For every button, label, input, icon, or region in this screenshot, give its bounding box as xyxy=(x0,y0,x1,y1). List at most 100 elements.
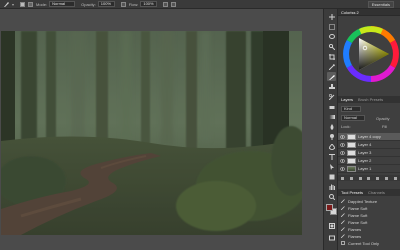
blur-tool-icon[interactable] xyxy=(327,122,336,131)
layer-thumbnail xyxy=(347,165,356,172)
right-panels: Coloriss 2 Layers Brush Presets Kind Nor… xyxy=(338,9,400,250)
layer-row[interactable]: Layer 3 xyxy=(338,149,400,157)
crop-tool-icon[interactable] xyxy=(327,52,336,61)
dodge-tool-icon[interactable] xyxy=(327,132,336,141)
brush-panel-icon[interactable] xyxy=(28,1,33,7)
new-layer-icon[interactable] xyxy=(385,176,389,180)
color-wheel-panel[interactable] xyxy=(338,16,400,88)
canvas-area[interactable] xyxy=(0,9,323,250)
eyedropper-tool-icon[interactable] xyxy=(327,62,336,71)
zoom-tool-icon[interactable] xyxy=(327,192,336,201)
tool-presets-header: Tool Presets Channels xyxy=(338,189,400,196)
preset-item[interactable]: Flames xyxy=(338,226,400,232)
tab-channels[interactable]: Channels xyxy=(368,190,385,195)
color-panel-header: Coloriss 2 xyxy=(338,9,400,16)
layer-thumbnail xyxy=(347,133,356,140)
brush-icon[interactable] xyxy=(327,72,336,81)
current-tool-only-label: Current Tool Only xyxy=(348,240,380,246)
layer-thumbnail xyxy=(347,141,356,148)
fill-label: Fill xyxy=(382,124,388,129)
history-brush-tool-icon[interactable] xyxy=(327,92,336,101)
preset-name: Flames xyxy=(348,226,362,232)
color-panel-title[interactable]: Coloriss 2 xyxy=(341,10,359,15)
document-canvas[interactable] xyxy=(1,31,302,235)
flow-field[interactable]: 100% xyxy=(140,1,158,7)
airbrush-icon[interactable] xyxy=(163,1,169,7)
shape-tool-icon[interactable] xyxy=(327,172,336,181)
preset-item[interactable]: Flames xyxy=(338,233,400,239)
brush-icon xyxy=(341,199,345,203)
brush-size-swatch[interactable] xyxy=(20,1,25,7)
lock-label: Lock: xyxy=(341,124,351,129)
layer-name: Layer 4 xyxy=(358,142,372,147)
layer-name: Layer 2 xyxy=(358,158,372,163)
preset-item[interactable]: Flame Soft xyxy=(338,212,400,218)
preset-item[interactable]: Dappled Texture xyxy=(338,198,400,204)
brush-tool-icon[interactable] xyxy=(3,1,10,8)
visibility-eye-icon[interactable] xyxy=(340,158,345,163)
mode-dropdown[interactable]: Normal xyxy=(49,1,76,7)
opacity-label: Opacity: xyxy=(81,1,96,7)
workspace-switcher[interactable]: Essentials xyxy=(367,1,394,8)
path-selection-tool-icon[interactable] xyxy=(327,162,336,171)
pen-tool-icon[interactable] xyxy=(327,142,336,151)
layer-row[interactable]: Layer 2 xyxy=(338,157,400,165)
preset-name: Flames xyxy=(348,233,362,239)
quick-mask-icon[interactable] xyxy=(327,221,336,230)
new-group-icon[interactable] xyxy=(376,176,380,180)
blend-mode-dropdown[interactable]: Normal xyxy=(341,115,365,121)
foreground-color-chip[interactable] xyxy=(326,204,333,211)
layer-filter-dropdown[interactable]: Kind xyxy=(341,106,361,112)
layer-row[interactable]: Layer 1 xyxy=(338,165,400,173)
brush-icon xyxy=(341,227,345,231)
visibility-eye-icon[interactable] xyxy=(340,134,345,139)
tab-layers[interactable]: Layers xyxy=(341,97,353,102)
clone-stamp-tool-icon[interactable] xyxy=(327,82,336,91)
fx-icon[interactable] xyxy=(349,176,353,180)
layer-name: Layer 4 copy xyxy=(358,134,381,139)
hand-tool-icon[interactable] xyxy=(327,182,336,191)
adjustment-icon[interactable] xyxy=(367,176,371,180)
preset-name: Flame Soft xyxy=(348,205,368,211)
visibility-eye-icon[interactable] xyxy=(340,166,345,171)
quick-select-tool-icon[interactable] xyxy=(327,42,336,51)
layer-name: Layer 3 xyxy=(358,150,372,155)
visibility-eye-icon[interactable] xyxy=(340,150,345,155)
options-bar: ▾ Mode: Normal Opacity: 100% Flow: 100% … xyxy=(0,0,400,9)
layers-footer-bar xyxy=(338,175,400,181)
marquee-tool-icon[interactable] xyxy=(327,22,336,31)
move-tool-icon[interactable] xyxy=(327,12,336,21)
brush-icon xyxy=(341,234,345,238)
link-layers-icon[interactable] xyxy=(340,176,344,180)
eraser-tool-icon[interactable] xyxy=(327,102,336,111)
tools-panel xyxy=(323,9,338,250)
visibility-eye-icon[interactable] xyxy=(340,142,345,147)
layer-row[interactable]: Layer 4 xyxy=(338,141,400,149)
layer-thumbnail xyxy=(347,157,356,164)
tab-brush-presets[interactable]: Brush Presets xyxy=(358,97,383,102)
layer-opacity-label: Opacity xyxy=(376,116,390,121)
preset-item[interactable]: Flame Soft xyxy=(338,219,400,225)
brush-icon xyxy=(341,206,345,210)
tab-tool-presets[interactable]: Tool Presets xyxy=(341,190,363,195)
lasso-tool-icon[interactable] xyxy=(327,32,336,41)
flow-label: Flow: xyxy=(128,1,139,7)
current-tool-only-row[interactable]: Current Tool Only xyxy=(338,240,400,246)
type-tool-icon[interactable] xyxy=(327,152,336,161)
preset-name: Flame Soft xyxy=(348,219,368,225)
opacity-field[interactable]: 100% xyxy=(97,1,115,7)
gradient-tool-icon[interactable] xyxy=(327,112,336,121)
pressure-size-icon[interactable] xyxy=(171,1,177,7)
chevron-down-icon[interactable]: ▾ xyxy=(12,2,17,7)
brush-icon xyxy=(341,213,345,217)
preset-item[interactable]: Flame Soft xyxy=(338,205,400,211)
pressure-opacity-icon[interactable] xyxy=(120,1,126,7)
layer-thumbnail xyxy=(347,149,356,156)
trash-icon[interactable] xyxy=(393,176,397,180)
layer-name: Layer 1 xyxy=(358,166,372,171)
screen-mode-icon[interactable] xyxy=(327,233,336,242)
layer-row[interactable]: Layer 4 copy xyxy=(338,133,400,141)
color-wheel[interactable] xyxy=(338,16,400,88)
mask-icon[interactable] xyxy=(358,176,362,180)
current-tool-only-checkbox[interactable] xyxy=(341,241,345,245)
